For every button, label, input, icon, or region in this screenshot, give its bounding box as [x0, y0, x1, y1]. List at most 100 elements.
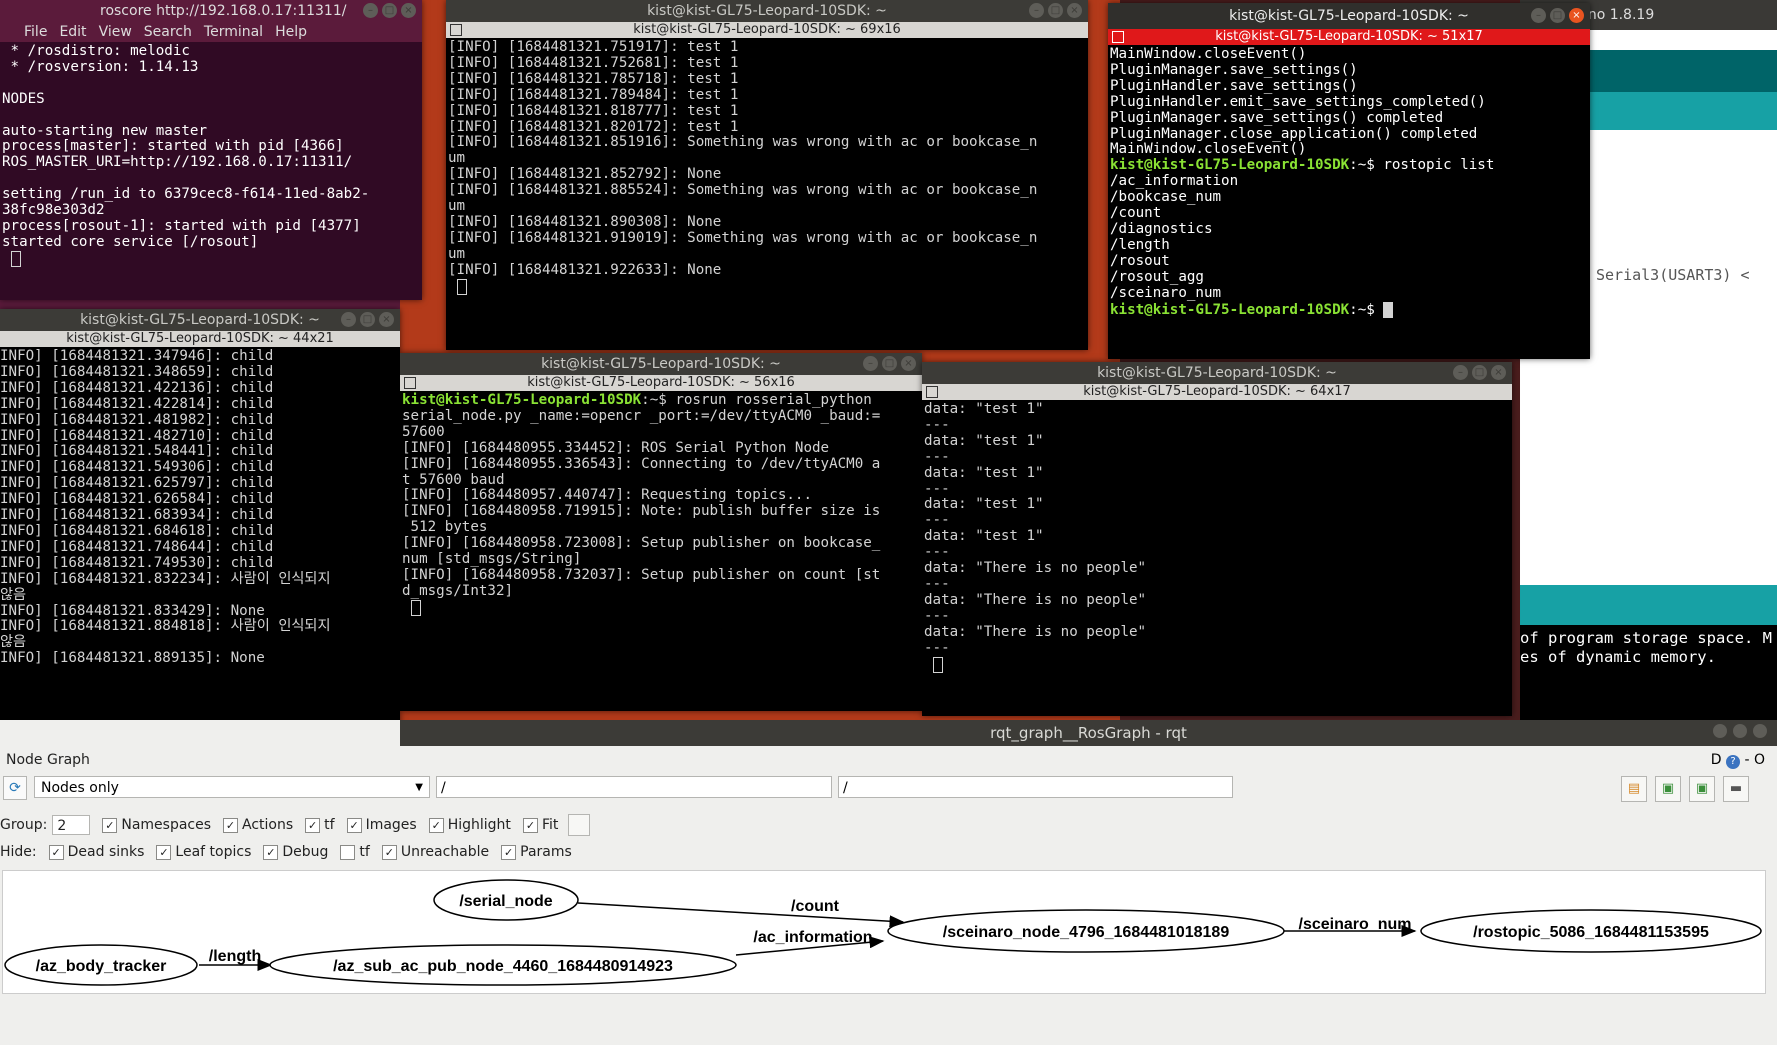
- checkbox-box[interactable]: ✓: [522, 817, 538, 833]
- node-graph-canvas[interactable]: /serial_node /az_body_tracker /az_sub_ac…: [2, 870, 1766, 994]
- close-icon[interactable]: ×: [1569, 8, 1584, 23]
- save-dot-icon[interactable]: ▣: [1655, 776, 1681, 802]
- tab-grid-icon[interactable]: [1112, 31, 1124, 43]
- checkbox-box[interactable]: ✓: [102, 817, 118, 833]
- echo-title-bar[interactable]: kist@kist-GL75-Leopard-10SDK: ~ – □ ×: [922, 362, 1512, 384]
- test-terminal-window[interactable]: kist@kist-GL75-Leopard-10SDK: ~ – □ × kist…: [446, 0, 1088, 350]
- tab-grid-icon[interactable]: [450, 24, 462, 36]
- test-line: um: [448, 245, 466, 262]
- serial-terminal-window[interactable]: kist@kist-GL75-Leopard-10SDK: ~ – □ × kist…: [400, 353, 922, 711]
- checkbox-highlight[interactable]: ✓ Highlight: [421, 817, 511, 833]
- close-icon[interactable]: ×: [1067, 3, 1082, 18]
- graph-type-select[interactable]: Nodes only ▼: [34, 776, 430, 798]
- roscore-terminal-window[interactable]: roscore http://192.168.0.17:11311/ – □ ×…: [0, 0, 422, 300]
- quick-help-button[interactable]: [568, 814, 591, 836]
- node-sceinaro[interactable]: /sceinaro_node_4796_1684481018189: [887, 909, 1285, 953]
- checkbox-box[interactable]: ✓: [156, 844, 172, 860]
- serial-title-bar[interactable]: kist@kist-GL75-Leopard-10SDK: ~ – □ ×: [400, 353, 922, 375]
- maximize-icon[interactable]: □: [382, 3, 397, 18]
- checkbox-box[interactable]: ✓: [223, 817, 239, 833]
- checkbox-namespaces[interactable]: ✓ Namespaces: [94, 817, 211, 833]
- menu-item-terminal[interactable]: Terminal: [204, 24, 263, 40]
- maximize-icon[interactable]: □: [882, 356, 897, 371]
- save-image-icon[interactable]: ▬: [1723, 776, 1749, 802]
- checkbox-box[interactable]: ✓: [501, 844, 517, 860]
- topic-filter-input[interactable]: /: [838, 776, 1233, 798]
- close-plugin-icon[interactable]: - O: [1744, 752, 1765, 768]
- checkbox-box[interactable]: ✓: [428, 817, 444, 833]
- svg-text:/az_sub_ac_pub_node_4460_16844: /az_sub_ac_pub_node_4460_1684480914923: [333, 958, 673, 975]
- checkbox-tf[interactable]: ✓ tf: [297, 817, 335, 833]
- minimize-icon[interactable]: –: [341, 312, 356, 327]
- checkbox-fit[interactable]: ✓ Fit: [515, 817, 558, 833]
- test-line: [INFO] [1684481321.851916]: Something wa…: [448, 134, 1038, 151]
- group-spinbox[interactable]: 2: [52, 815, 91, 835]
- checkbox-params[interactable]: ✓ Params: [493, 844, 572, 860]
- cursor-line: [2, 250, 422, 268]
- minimize-icon[interactable]: –: [1531, 8, 1546, 23]
- node-sub-ac-pub[interactable]: /az_sub_ac_pub_node_4460_1684480914923: [269, 944, 737, 986]
- menu-item-file[interactable]: File: [24, 24, 47, 40]
- node-body-tracker[interactable]: /az_body_tracker: [4, 944, 198, 986]
- maximize-icon[interactable]: □: [1048, 3, 1063, 18]
- minimize-icon[interactable]: –: [363, 3, 378, 18]
- menu-item-edit[interactable]: Edit: [59, 24, 86, 40]
- maximize-icon[interactable]: □: [360, 312, 375, 327]
- load-dot-icon[interactable]: ▤: [1621, 776, 1647, 802]
- tab-grid-icon[interactable]: [926, 386, 938, 398]
- close-icon[interactable]: [1753, 724, 1767, 738]
- close-icon[interactable]: ×: [401, 3, 416, 18]
- help-icon[interactable]: ?: [1726, 755, 1741, 769]
- close-icon[interactable]: ×: [379, 312, 394, 327]
- menu-item-help[interactable]: Help: [275, 24, 307, 40]
- plugin-dock-label[interactable]: D: [1711, 752, 1722, 768]
- menu-item-view[interactable]: View: [99, 24, 132, 40]
- minimize-icon[interactable]: –: [1029, 3, 1044, 18]
- checkbox-leaf-topics[interactable]: ✓ Leaf topics: [148, 844, 251, 860]
- rqt-title-bar[interactable]: rqt_graph__RosGraph - rqt: [400, 720, 1777, 746]
- checkbox-box[interactable]: ✓: [305, 817, 321, 833]
- checkbox-dead-sinks[interactable]: ✓ Dead sinks: [41, 844, 144, 860]
- node-rostopic[interactable]: /rostopic_5086_1684481153595: [1420, 909, 1762, 953]
- maximize-icon[interactable]: □: [1550, 8, 1565, 23]
- child-line: 않음: [0, 634, 27, 651]
- plugin-controls[interactable]: D ? - O: [1711, 752, 1765, 769]
- checkbox-box[interactable]: ✓: [381, 844, 397, 860]
- checkbox-box[interactable]: ✓: [263, 844, 279, 860]
- echo-terminal-window[interactable]: kist@kist-GL75-Leopard-10SDK: ~ – □ × kist…: [922, 362, 1512, 716]
- checkbox-images[interactable]: ✓ Images: [339, 817, 417, 833]
- maximize-icon[interactable]: [1733, 724, 1747, 738]
- cursor-line: [402, 599, 922, 617]
- namespace-filter-input[interactable]: /: [436, 776, 832, 798]
- edge-count[interactable]: [577, 902, 905, 928]
- rostopic-title-bar[interactable]: kist@kist-GL75-Leopard-10SDK: ~ – □ ×: [1108, 3, 1590, 29]
- close-icon[interactable]: ×: [1491, 365, 1506, 380]
- child-title: kist@kist-GL75-Leopard-10SDK: ~: [80, 312, 320, 328]
- maximize-icon[interactable]: □: [1472, 365, 1487, 380]
- checkbox-unreachable[interactable]: ✓ Unreachable: [374, 844, 489, 860]
- checkbox-box[interactable]: [340, 844, 356, 860]
- rostopic-terminal-window[interactable]: kist@kist-GL75-Leopard-10SDK: ~ – □ × kist…: [1108, 3, 1590, 359]
- checkbox-box[interactable]: ✓: [48, 844, 64, 860]
- node-serial-node[interactable]: /serial_node: [433, 879, 579, 921]
- refresh-icon[interactable]: ⟳: [3, 776, 27, 800]
- child-output: INFO] [1684481321.347946]: child INFO] [1…: [0, 347, 400, 667]
- child-title-bar[interactable]: kist@kist-GL75-Leopard-10SDK: ~ – □ ×: [0, 309, 400, 331]
- minimize-icon[interactable]: –: [1453, 365, 1468, 380]
- menu-item-search[interactable]: Search: [144, 24, 192, 40]
- checkbox-actions[interactable]: ✓ Actions: [215, 817, 293, 833]
- test-subtitle: kist@kist-GL75-Leopard-10SDK: ~ 69x16: [633, 22, 901, 37]
- close-icon[interactable]: ×: [901, 356, 916, 371]
- roscore-title-bar[interactable]: roscore http://192.168.0.17:11311/ – □ ×: [0, 0, 422, 22]
- tab-grid-icon[interactable]: [404, 377, 416, 389]
- minimize-icon[interactable]: –: [863, 356, 878, 371]
- serial-output: kist@kist-GL75-Leopard-10SDK:~$ rosrun r…: [400, 391, 922, 617]
- checkbox-box[interactable]: ✓: [346, 817, 362, 833]
- minimize-icon[interactable]: [1713, 724, 1727, 738]
- checkbox-label: Debug: [282, 844, 329, 860]
- checkbox-tf[interactable]: tf: [332, 844, 370, 860]
- child-terminal-window[interactable]: kist@kist-GL75-Leopard-10SDK: ~ – □ × kist…: [0, 309, 400, 743]
- test-title-bar[interactable]: kist@kist-GL75-Leopard-10SDK: ~ – □ ×: [446, 0, 1088, 22]
- checkbox-debug[interactable]: ✓ Debug: [255, 844, 328, 860]
- save-svg-icon[interactable]: ▣: [1689, 776, 1715, 802]
